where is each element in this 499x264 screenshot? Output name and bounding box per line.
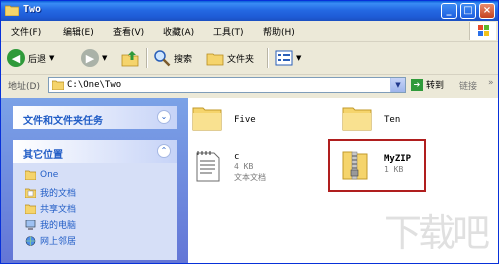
collapse-chevron-icon[interactable]: ⌃ [157,144,171,158]
chevron-down-icon: ▼ [102,54,108,62]
task-pane: 文件和文件夹任务 ⌄ 其它位置 ⌃ One 我的文档 共享文档 我的电脑 网上邻… [1,98,188,263]
place-link-network[interactable]: 网上邻居 [25,234,76,247]
zip-folder-icon [342,151,368,180]
my-computer-icon [25,219,36,230]
search-icon [154,50,171,67]
folder-item-five[interactable]: Five [188,98,308,138]
place-link-my-documents[interactable]: 我的文档 [25,186,76,199]
menu-edit[interactable]: 编辑(E) [63,25,94,38]
links-label[interactable]: 链接 [459,79,477,92]
back-arrow-icon: ◀ [7,49,25,67]
place-label: 共享文档 [40,205,77,215]
file-name: Ten [384,115,401,125]
menu-bar: 文件(F) 编辑(E) 查看(V) 收藏(A) 工具(T) 帮助(H) [1,21,498,42]
toolbar-separator [267,48,269,68]
my-documents-icon [25,188,36,198]
folders-label: 文件夹 [227,54,255,65]
window-title: Two [23,4,42,15]
toolbar: ◀ 后退 ▼ ▶ ▼ 搜索 文件夹 ▼ [1,42,498,75]
folders-icon [206,53,224,66]
folder-icon [192,107,222,131]
menu-help[interactable]: 帮助(H) [263,25,295,38]
explorer-window: Two _ □ × 文件(F) 编辑(E) 查看(V) 收藏(A) 工具(T) … [0,0,499,264]
place-link-shared-documents[interactable]: 共享文档 [25,202,76,215]
forward-arrow-icon: ▶ [81,49,99,67]
other-places-panel: 其它位置 ⌃ One 我的文档 共享文档 我的电脑 网上邻居 [13,140,177,260]
address-label: 地址(D) [8,82,40,92]
address-bar: 地址(D) C:\One\Two ▼ ➔ 转到 链接 » [1,75,498,97]
network-places-icon [25,235,36,246]
tasks-panel: 文件和文件夹任务 ⌄ [13,106,177,129]
back-button[interactable]: ◀ 后退 ▼ [7,47,54,69]
other-places-title: 其它位置 [23,150,63,161]
search-button[interactable]: 搜索 [153,47,192,69]
file-size: 4 KB [234,162,254,171]
toolbar-separator [146,48,148,68]
file-kind: 文本文档 [234,173,266,182]
place-label: One [40,170,59,180]
folder-icon [5,5,19,16]
file-name: MyZIP [384,154,412,164]
tasks-panel-header[interactable]: 文件和文件夹任务 ⌄ [13,106,177,129]
place-label: 网上邻居 [40,237,77,247]
file-list-area: Five Ten c 4 KB 文本文档 MyZIP 1 KB 下载吧 [188,98,498,263]
go-arrow-icon: ➔ [411,78,423,91]
place-label: 我的电脑 [40,221,77,231]
windows-logo-icon [469,22,496,40]
folder-item-ten[interactable]: Ten [338,98,458,138]
links-chevron-icon[interactable]: » [488,78,494,88]
views-button[interactable]: ▼ [275,47,301,69]
menu-tools[interactable]: 工具(T) [213,25,244,38]
address-path: C:\One\Two [67,80,122,90]
address-dropdown-button[interactable]: ▼ [390,78,405,92]
up-folder-icon [121,51,139,67]
other-places-header[interactable]: 其它位置 ⌃ [13,140,177,163]
text-document-icon [196,151,220,182]
file-item-c[interactable]: c 4 KB 文本文档 [188,148,308,192]
place-link-my-computer[interactable]: 我的电脑 [25,218,76,231]
tasks-panel-title: 文件和文件夹任务 [23,116,103,127]
folder-icon [342,107,372,131]
menu-favorites[interactable]: 收藏(A) [163,25,194,38]
place-label: 我的文档 [40,189,77,199]
menu-view[interactable]: 查看(V) [113,25,144,38]
close-button[interactable]: × [479,3,495,19]
forward-button[interactable]: ▶ ▼ [81,47,107,69]
chevron-down-icon: ▼ [49,54,55,62]
go-label: 转到 [426,81,445,91]
menu-file[interactable]: 文件(F) [11,25,41,38]
title-bar[interactable]: Two _ □ × [1,1,498,21]
back-label: 后退 [28,54,47,65]
folder-icon [25,170,36,180]
expand-chevron-icon[interactable]: ⌄ [157,110,171,124]
file-size: 1 KB [384,165,404,174]
folders-button[interactable]: 文件夹 [206,47,254,69]
watermark-logo: 下载吧 [383,211,490,255]
shared-documents-icon [25,204,36,214]
chevron-down-icon: ▼ [296,54,302,62]
minimize-button[interactable]: _ [441,3,457,19]
go-button[interactable]: ➔ 转到 [411,78,444,91]
file-name: Five [234,115,256,125]
address-input[interactable]: C:\One\Two ▼ [48,77,406,93]
up-folder-button[interactable] [121,47,139,69]
views-icon [275,50,293,66]
place-link-one[interactable]: One [25,170,58,180]
file-name: c [234,152,240,162]
maximize-button[interactable]: □ [460,3,476,19]
folder-icon [52,80,64,90]
search-label: 搜索 [174,54,193,65]
file-item-myzip[interactable]: MyZIP 1 KB [338,148,418,188]
